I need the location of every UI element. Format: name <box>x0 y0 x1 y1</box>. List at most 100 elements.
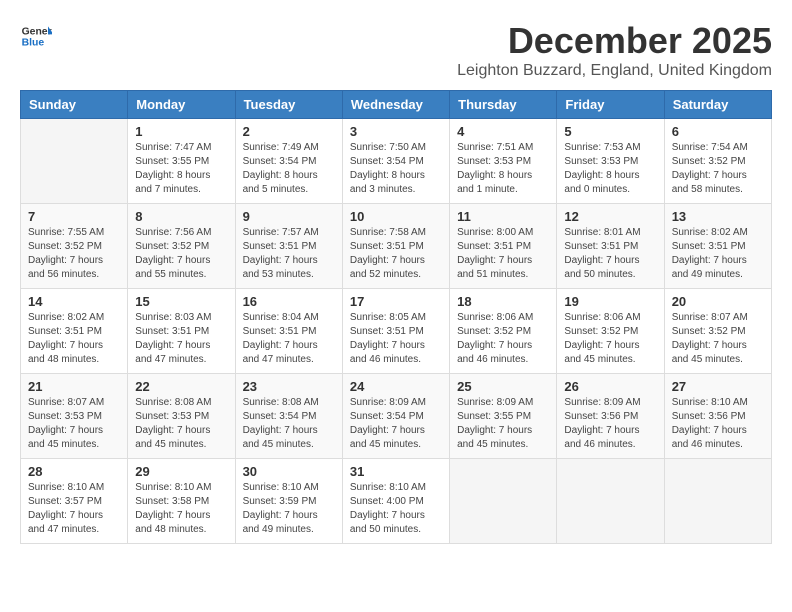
day-number: 29 <box>135 464 227 479</box>
day-info: Sunrise: 8:09 AM Sunset: 3:56 PM Dayligh… <box>564 396 656 452</box>
day-info: Sunrise: 7:56 AM Sunset: 3:52 PM Dayligh… <box>135 226 227 282</box>
calendar-cell: 13 Sunrise: 8:02 AM Sunset: 3:51 PM Dayli… <box>664 204 771 289</box>
day-info: Sunrise: 7:55 AM Sunset: 3:52 PM Dayligh… <box>28 226 120 282</box>
calendar-cell: 26Sunrise: 8:09 AM Sunset: 3:56 PM Dayli… <box>557 374 664 459</box>
calendar-cell: 14 Sunrise: 8:02 AM Sunset: 3:51 PM Dayli… <box>21 289 128 374</box>
day-number: 22 <box>135 379 227 394</box>
calendar-cell: 10Sunrise: 7:58 AM Sunset: 3:51 PM Dayli… <box>342 204 449 289</box>
day-number: 8 <box>135 209 227 224</box>
day-number: 30 <box>243 464 335 479</box>
week-row-1: 1 Sunrise: 7:47 AM Sunset: 3:55 PM Daylig… <box>21 119 772 204</box>
svg-text:General: General <box>22 26 52 37</box>
calendar-cell: 12Sunrise: 8:01 AM Sunset: 3:51 PM Dayli… <box>557 204 664 289</box>
day-info: Sunrise: 8:01 AM Sunset: 3:51 PM Dayligh… <box>564 226 656 282</box>
calendar-cell: 29 Sunrise: 8:10 AM Sunset: 3:58 PM Dayli… <box>128 459 235 544</box>
calendar-cell: 7Sunrise: 7:55 AM Sunset: 3:52 PM Daylig… <box>21 204 128 289</box>
calendar-cell: 15 Sunrise: 8:03 AM Sunset: 3:51 PM Dayli… <box>128 289 235 374</box>
calendar-cell: 20 Sunrise: 8:07 AM Sunset: 3:52 PM Dayli… <box>664 289 771 374</box>
weekday-header-row: SundayMondayTuesdayWednesdayThursdayFrid… <box>21 91 772 119</box>
day-info: Sunrise: 7:51 AM Sunset: 3:53 PM Dayligh… <box>457 141 549 197</box>
calendar-cell: 1 Sunrise: 7:47 AM Sunset: 3:55 PM Daylig… <box>128 119 235 204</box>
calendar-cell: 16 Sunrise: 8:04 AM Sunset: 3:51 PM Dayli… <box>235 289 342 374</box>
day-number: 17 <box>350 294 442 309</box>
day-info: Sunrise: 8:08 AM Sunset: 3:54 PM Dayligh… <box>243 396 335 452</box>
calendar-cell <box>664 459 771 544</box>
calendar-cell: 21Sunrise: 8:07 AM Sunset: 3:53 PM Dayli… <box>21 374 128 459</box>
calendar-cell: 18 Sunrise: 8:06 AM Sunset: 3:52 PM Dayli… <box>450 289 557 374</box>
day-info: Sunrise: 8:02 AM Sunset: 3:51 PM Dayligh… <box>672 226 764 282</box>
day-number: 31 <box>350 464 442 479</box>
weekday-header-thursday: Thursday <box>450 91 557 119</box>
day-info: Sunrise: 8:09 AM Sunset: 3:54 PM Dayligh… <box>350 396 442 452</box>
day-number: 11 <box>457 209 549 224</box>
day-number: 2 <box>243 124 335 139</box>
calendar-table: SundayMondayTuesdayWednesdayThursdayFrid… <box>20 90 772 544</box>
calendar-cell: 5 Sunrise: 7:53 AM Sunset: 3:53 PM Daylig… <box>557 119 664 204</box>
weekday-header-wednesday: Wednesday <box>342 91 449 119</box>
calendar-cell: 6 Sunrise: 7:54 AM Sunset: 3:52 PM Daylig… <box>664 119 771 204</box>
weekday-header-friday: Friday <box>557 91 664 119</box>
calendar-cell: 11 Sunrise: 8:00 AM Sunset: 3:51 PM Dayli… <box>450 204 557 289</box>
day-info: Sunrise: 8:02 AM Sunset: 3:51 PM Dayligh… <box>28 311 120 367</box>
month-title: December 2025 <box>457 20 772 62</box>
logo: General Blue <box>20 20 52 52</box>
calendar-cell <box>557 459 664 544</box>
day-number: 14 <box>28 294 120 309</box>
calendar-cell: 28 Sunrise: 8:10 AM Sunset: 3:57 PM Dayli… <box>21 459 128 544</box>
day-number: 1 <box>135 124 227 139</box>
day-number: 15 <box>135 294 227 309</box>
day-info: Sunrise: 7:57 AM Sunset: 3:51 PM Dayligh… <box>243 226 335 282</box>
day-info: Sunrise: 8:07 AM Sunset: 3:52 PM Dayligh… <box>672 311 764 367</box>
day-info: Sunrise: 8:10 AM Sunset: 3:59 PM Dayligh… <box>243 481 335 537</box>
day-number: 9 <box>243 209 335 224</box>
svg-text:Blue: Blue <box>22 38 45 49</box>
day-info: Sunrise: 8:10 AM Sunset: 3:58 PM Dayligh… <box>135 481 227 537</box>
day-info: Sunrise: 7:54 AM Sunset: 3:52 PM Dayligh… <box>672 141 764 197</box>
day-number: 6 <box>672 124 764 139</box>
day-number: 18 <box>457 294 549 309</box>
day-number: 24 <box>350 379 442 394</box>
calendar-cell <box>450 459 557 544</box>
day-number: 5 <box>564 124 656 139</box>
day-info: Sunrise: 8:09 AM Sunset: 3:55 PM Dayligh… <box>457 396 549 452</box>
day-info: Sunrise: 8:10 AM Sunset: 3:56 PM Dayligh… <box>672 396 764 452</box>
week-row-2: 7Sunrise: 7:55 AM Sunset: 3:52 PM Daylig… <box>21 204 772 289</box>
weekday-header-tuesday: Tuesday <box>235 91 342 119</box>
calendar-cell: 17Sunrise: 8:05 AM Sunset: 3:51 PM Dayli… <box>342 289 449 374</box>
week-row-3: 14 Sunrise: 8:02 AM Sunset: 3:51 PM Dayli… <box>21 289 772 374</box>
calendar-cell: 27 Sunrise: 8:10 AM Sunset: 3:56 PM Dayli… <box>664 374 771 459</box>
day-number: 13 <box>672 209 764 224</box>
day-number: 21 <box>28 379 120 394</box>
day-info: Sunrise: 8:06 AM Sunset: 3:52 PM Dayligh… <box>564 311 656 367</box>
calendar-cell: 2 Sunrise: 7:49 AM Sunset: 3:54 PM Daylig… <box>235 119 342 204</box>
calendar-cell: 8 Sunrise: 7:56 AM Sunset: 3:52 PM Daylig… <box>128 204 235 289</box>
location-title: Leighton Buzzard, England, United Kingdo… <box>457 62 772 80</box>
day-number: 20 <box>672 294 764 309</box>
title-section: December 2025 Leighton Buzzard, England,… <box>457 20 772 80</box>
day-number: 25 <box>457 379 549 394</box>
page-header: General Blue December 2025 Leighton Buzz… <box>20 20 772 80</box>
weekday-header-sunday: Sunday <box>21 91 128 119</box>
day-info: Sunrise: 7:49 AM Sunset: 3:54 PM Dayligh… <box>243 141 335 197</box>
day-info: Sunrise: 8:06 AM Sunset: 3:52 PM Dayligh… <box>457 311 549 367</box>
day-info: Sunrise: 8:10 AM Sunset: 3:57 PM Dayligh… <box>28 481 120 537</box>
calendar-cell: 9 Sunrise: 7:57 AM Sunset: 3:51 PM Daylig… <box>235 204 342 289</box>
day-info: Sunrise: 8:08 AM Sunset: 3:53 PM Dayligh… <box>135 396 227 452</box>
calendar-cell <box>21 119 128 204</box>
calendar-cell: 19Sunrise: 8:06 AM Sunset: 3:52 PM Dayli… <box>557 289 664 374</box>
calendar-cell: 4Sunrise: 7:51 AM Sunset: 3:53 PM Daylig… <box>450 119 557 204</box>
day-info: Sunrise: 7:58 AM Sunset: 3:51 PM Dayligh… <box>350 226 442 282</box>
day-info: Sunrise: 7:53 AM Sunset: 3:53 PM Dayligh… <box>564 141 656 197</box>
day-number: 3 <box>350 124 442 139</box>
calendar-cell: 30 Sunrise: 8:10 AM Sunset: 3:59 PM Dayli… <box>235 459 342 544</box>
day-info: Sunrise: 8:00 AM Sunset: 3:51 PM Dayligh… <box>457 226 549 282</box>
day-number: 28 <box>28 464 120 479</box>
day-number: 16 <box>243 294 335 309</box>
weekday-header-monday: Monday <box>128 91 235 119</box>
day-info: Sunrise: 8:04 AM Sunset: 3:51 PM Dayligh… <box>243 311 335 367</box>
day-number: 27 <box>672 379 764 394</box>
day-info: Sunrise: 8:03 AM Sunset: 3:51 PM Dayligh… <box>135 311 227 367</box>
calendar-cell: 23Sunrise: 8:08 AM Sunset: 3:54 PM Dayli… <box>235 374 342 459</box>
week-row-5: 28 Sunrise: 8:10 AM Sunset: 3:57 PM Dayli… <box>21 459 772 544</box>
day-info: Sunrise: 7:47 AM Sunset: 3:55 PM Dayligh… <box>135 141 227 197</box>
